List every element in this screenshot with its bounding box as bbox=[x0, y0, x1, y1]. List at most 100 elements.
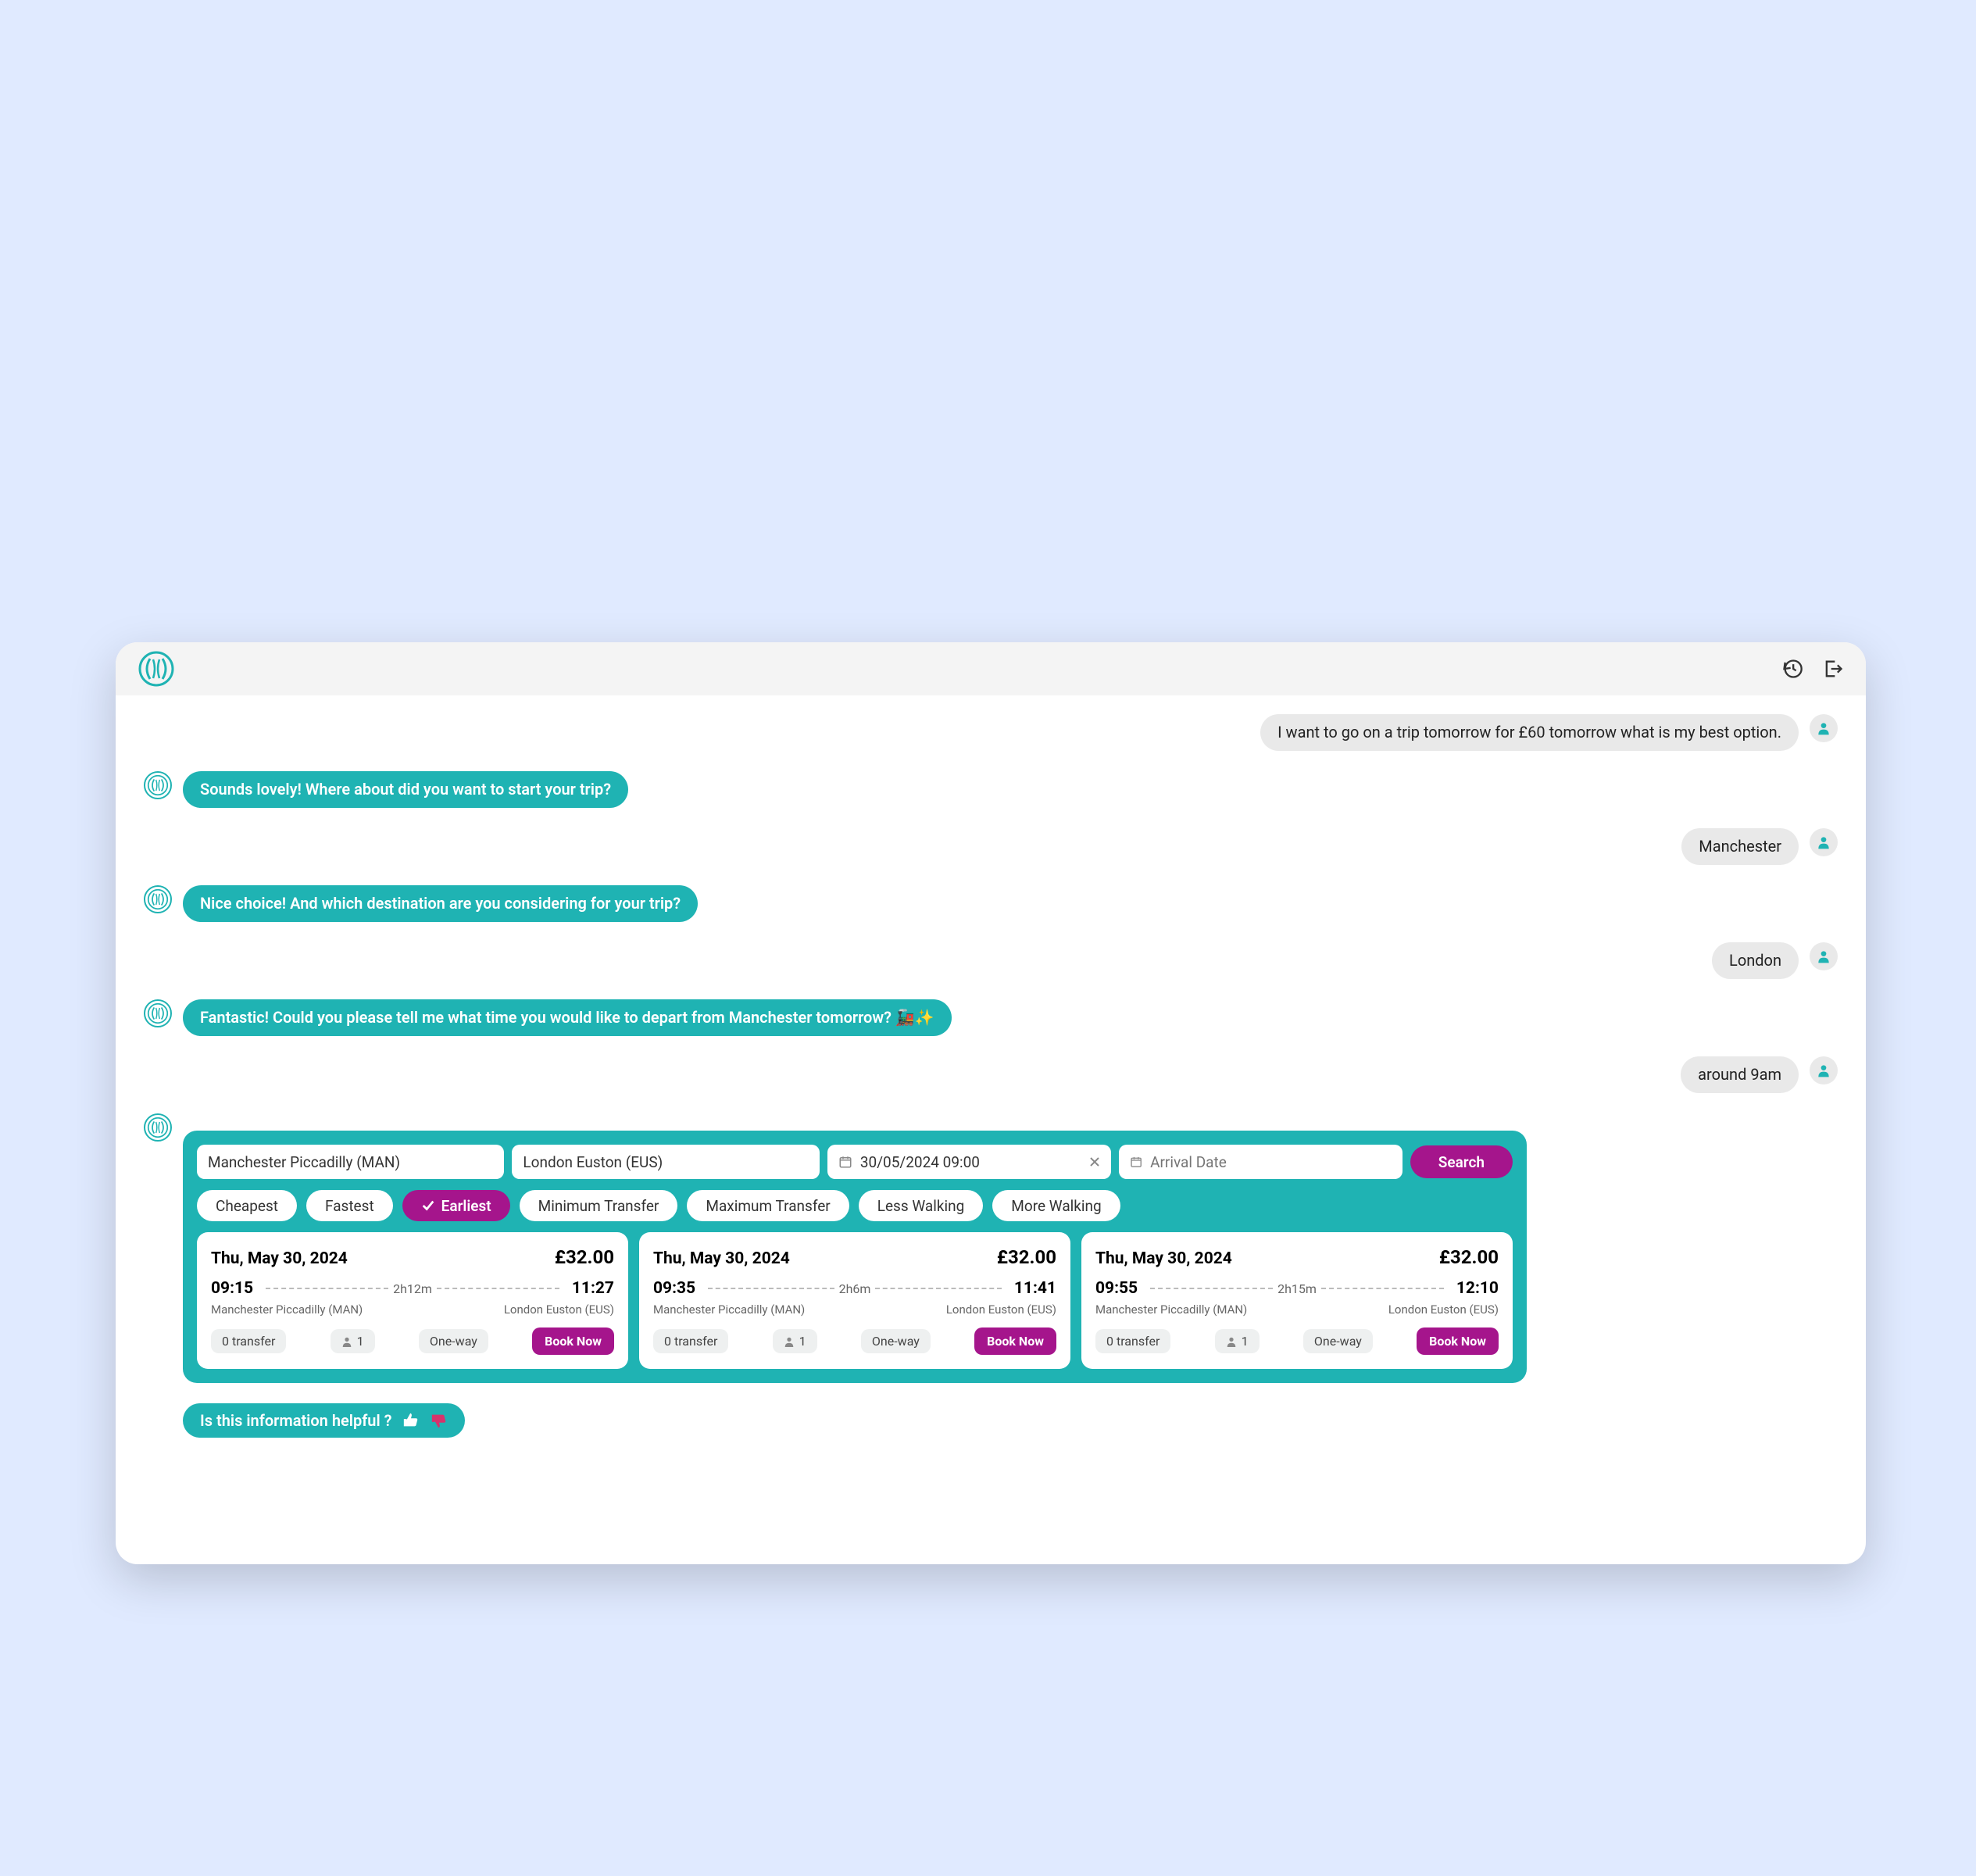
user-avatar bbox=[1810, 1056, 1838, 1085]
feedback-bubble: Is this information helpful ? bbox=[183, 1403, 465, 1438]
chat-scroll[interactable]: I want to go on a trip tomorrow for £60 … bbox=[116, 695, 1866, 1564]
to-station: London Euston (EUS) bbox=[504, 1302, 614, 1317]
card-date: Thu, May 30, 2024 bbox=[211, 1249, 348, 1268]
filter-chip-less-walking[interactable]: Less Walking bbox=[859, 1190, 984, 1221]
card-price: £32.00 bbox=[997, 1246, 1056, 1268]
card-price: £32.00 bbox=[555, 1246, 614, 1268]
filter-chip-cheapest[interactable]: Cheapest bbox=[197, 1190, 297, 1221]
user-message-row: Manchester bbox=[144, 828, 1838, 865]
user-avatar bbox=[1810, 714, 1838, 742]
topbar bbox=[116, 642, 1866, 695]
thumbs-up-icon[interactable] bbox=[402, 1412, 420, 1429]
logo-icon bbox=[138, 650, 175, 688]
transfers-tag: 0 transfer bbox=[653, 1329, 728, 1353]
to-station: London Euston (EUS) bbox=[946, 1302, 1056, 1317]
user-icon bbox=[1816, 1063, 1831, 1078]
bot-avatar bbox=[144, 1113, 172, 1142]
dep-time: 09:55 bbox=[1095, 1279, 1138, 1298]
duration: 2h12m bbox=[393, 1281, 432, 1296]
feedback-text: Is this information helpful ? bbox=[200, 1411, 391, 1430]
from-station: Manchester Piccadilly (MAN) bbox=[211, 1302, 363, 1317]
user-message-row: London bbox=[144, 942, 1838, 979]
result-cards: Thu, May 30, 2024 £32.00 09:15 2h12m 11:27 Ma… bbox=[197, 1232, 1513, 1369]
bot-message-row: Sounds lovely! Where about did you want … bbox=[144, 771, 1838, 808]
book-now-button[interactable]: Book Now bbox=[974, 1327, 1056, 1355]
duration: 2h6m bbox=[839, 1281, 871, 1296]
to-station: London Euston (EUS) bbox=[1388, 1302, 1499, 1317]
from-station: Manchester Piccadilly (MAN) bbox=[653, 1302, 805, 1317]
calendar-icon bbox=[838, 1155, 852, 1169]
passenger-tag: 1 bbox=[331, 1329, 375, 1353]
bot-bubble: Fantastic! Could you please tell me what… bbox=[183, 999, 952, 1036]
user-bubble: London bbox=[1712, 942, 1799, 979]
bot-avatar bbox=[144, 999, 172, 1027]
transfers-tag: 0 transfer bbox=[1095, 1329, 1170, 1353]
card-date: Thu, May 30, 2024 bbox=[1095, 1249, 1232, 1268]
bot-message-row: Fantastic! Could you please tell me what… bbox=[144, 999, 1838, 1036]
departure-value: 30/05/2024 09:00 bbox=[860, 1153, 980, 1171]
user-bubble: I want to go on a trip tomorrow for £60 … bbox=[1260, 714, 1799, 751]
logo-icon bbox=[147, 888, 169, 910]
filter-chip-earliest[interactable]: Earliest bbox=[402, 1190, 510, 1221]
search-button[interactable]: Search bbox=[1410, 1145, 1513, 1178]
filter-row: Cheapest Fastest Earliest Minimum Transfer M… bbox=[197, 1190, 1513, 1221]
arr-time: 11:41 bbox=[1014, 1279, 1056, 1298]
result-card[interactable]: Thu, May 30, 2024£32.0009:552h15m12:10Ma… bbox=[1081, 1232, 1513, 1369]
person-icon bbox=[341, 1336, 352, 1347]
to-input[interactable] bbox=[523, 1153, 808, 1171]
calendar-icon bbox=[1130, 1155, 1142, 1169]
bot-avatar bbox=[144, 771, 172, 799]
user-avatar bbox=[1810, 942, 1838, 970]
from-field[interactable] bbox=[197, 1145, 504, 1179]
user-icon bbox=[1816, 720, 1831, 736]
passenger-tag: 1 bbox=[773, 1329, 817, 1353]
check-icon bbox=[421, 1199, 435, 1213]
arr-time: 12:10 bbox=[1456, 1279, 1499, 1298]
app-logo[interactable] bbox=[138, 650, 175, 688]
thumbs-down-icon[interactable] bbox=[431, 1412, 448, 1429]
bot-bubble: Sounds lovely! Where about did you want … bbox=[183, 771, 628, 808]
user-message-row: I want to go on a trip tomorrow for £60 … bbox=[144, 714, 1838, 751]
trip-type-tag: One-way bbox=[1303, 1329, 1373, 1353]
result-card[interactable]: Thu, May 30, 2024 £32.00 09:35 2h6m 11:41 Man… bbox=[639, 1232, 1070, 1369]
filter-chip-minimum-transfer[interactable]: Minimum Transfer bbox=[520, 1190, 678, 1221]
card-price: £32.00 bbox=[1439, 1246, 1499, 1268]
person-icon bbox=[1226, 1336, 1237, 1347]
transfers-tag: 0 transfer bbox=[211, 1329, 286, 1353]
result-card[interactable]: Thu, May 30, 2024 £32.00 09:15 2h12m 11:27 Ma… bbox=[197, 1232, 628, 1369]
departure-field[interactable]: 30/05/2024 09:00 bbox=[827, 1145, 1111, 1179]
book-now-button[interactable]: Book Now bbox=[532, 1327, 614, 1355]
passenger-tag: 1 bbox=[1215, 1329, 1260, 1353]
person-icon bbox=[784, 1336, 795, 1347]
arrival-input[interactable] bbox=[1150, 1153, 1343, 1171]
logo-icon bbox=[147, 774, 169, 796]
search-row: 30/05/2024 09:00 Search bbox=[197, 1145, 1513, 1179]
bot-bubble: Nice choice! And which destination are y… bbox=[183, 885, 698, 922]
logo-icon bbox=[147, 1002, 169, 1024]
arr-time: 11:27 bbox=[572, 1279, 614, 1298]
arrival-field[interactable] bbox=[1119, 1145, 1402, 1179]
bot-avatar bbox=[144, 885, 172, 913]
clear-icon[interactable] bbox=[1089, 1156, 1100, 1167]
user-bubble: Manchester bbox=[1681, 828, 1799, 865]
user-icon bbox=[1816, 834, 1831, 850]
to-field[interactable] bbox=[512, 1145, 819, 1179]
results-panel: 30/05/2024 09:00 Search Cheapest Fastest E… bbox=[183, 1131, 1527, 1383]
user-avatar bbox=[1810, 828, 1838, 856]
trip-type-tag: One-way bbox=[419, 1329, 488, 1353]
dep-time: 09:15 bbox=[211, 1279, 253, 1298]
filter-chip-maximum-transfer[interactable]: Maximum Transfer bbox=[687, 1190, 849, 1221]
trip-type-tag: One-way bbox=[861, 1329, 931, 1353]
logo-icon bbox=[147, 1117, 169, 1138]
from-input[interactable] bbox=[208, 1153, 493, 1171]
book-now-button[interactable]: Book Now bbox=[1417, 1327, 1499, 1355]
user-message-row: around 9am bbox=[144, 1056, 1838, 1093]
history-icon[interactable] bbox=[1781, 658, 1803, 680]
duration: 2h15m bbox=[1277, 1281, 1317, 1296]
dep-time: 09:35 bbox=[653, 1279, 695, 1298]
card-date: Thu, May 30, 2024 bbox=[653, 1249, 790, 1268]
logout-icon[interactable] bbox=[1822, 658, 1844, 680]
user-icon bbox=[1816, 949, 1831, 964]
filter-chip-more-walking[interactable]: More Walking bbox=[992, 1190, 1120, 1221]
filter-chip-fastest[interactable]: Fastest bbox=[306, 1190, 393, 1221]
